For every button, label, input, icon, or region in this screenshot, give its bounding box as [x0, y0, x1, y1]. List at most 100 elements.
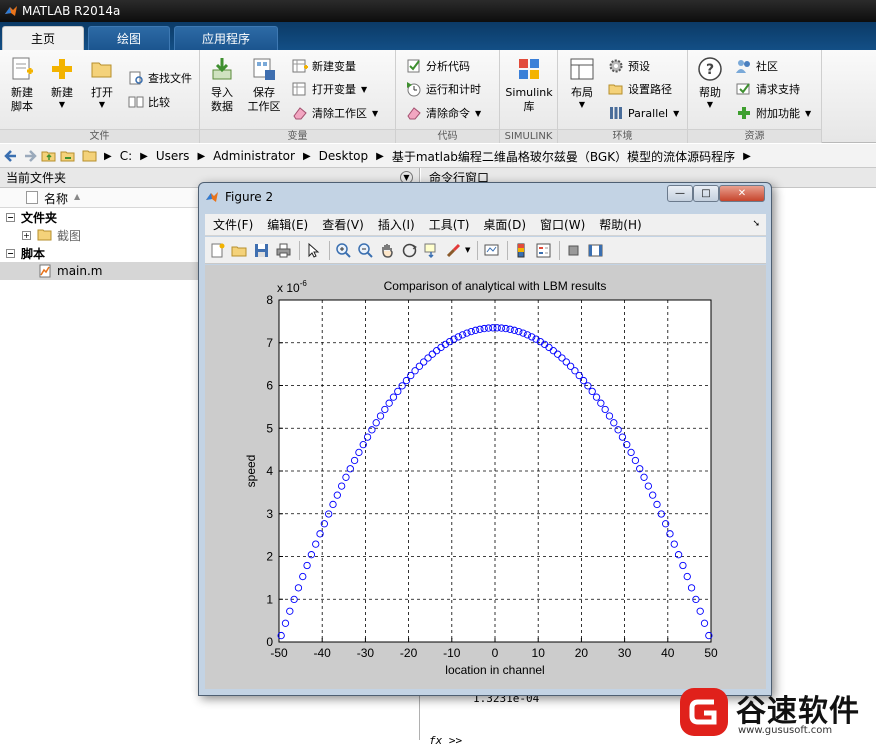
collapse-icon[interactable]: − — [6, 212, 15, 222]
menu-file[interactable]: 文件(F) — [213, 216, 253, 233]
analyze-code-button[interactable]: 分析代码 — [406, 56, 470, 76]
chevron-down-icon: ▼ — [58, 100, 66, 109]
find-files-label: 查找文件 — [148, 72, 192, 85]
app-title: MATLAB R2014a — [22, 4, 121, 18]
run-and-time-label: 运行和计时 — [426, 83, 481, 96]
maximize-button[interactable]: □ — [693, 185, 719, 202]
legend-icon[interactable] — [535, 242, 552, 259]
set-path-icon — [608, 84, 623, 95]
figure-canvas[interactable]: -50 -40 -30 -20 -10 0 10 20 30 40 50 012345678 Com… — [205, 265, 766, 689]
tab-plots[interactable]: 绘图 — [88, 26, 170, 50]
save-workspace-button[interactable]: 保存 工作区 — [244, 56, 284, 114]
community-icon — [736, 60, 750, 73]
add-ons-button[interactable]: 附加功能 ▼ — [736, 103, 811, 123]
folder-open-icon — [91, 62, 112, 78]
browse-folder-icon[interactable] — [60, 148, 76, 164]
x-axis-label: location in channel — [445, 663, 544, 677]
new-variable-button[interactable]: 新建变量 — [292, 56, 356, 76]
y-tick-label: 5 — [266, 421, 273, 435]
new-button[interactable]: 新建 ▼ — [42, 56, 82, 110]
find-files-button[interactable]: 查找文件 — [128, 68, 192, 88]
compare-button[interactable]: 比较 — [128, 92, 170, 112]
minimize-button[interactable]: — — [667, 185, 693, 202]
add-ons-icon — [738, 107, 750, 119]
layout-button[interactable]: 布局 ▼ — [562, 56, 602, 110]
parallel-button[interactable]: Parallel ▼ — [608, 103, 679, 123]
brush-icon[interactable] — [445, 242, 462, 259]
collapse-icon[interactable]: − — [6, 248, 15, 258]
breadcrumb-item[interactable]: Administrator — [213, 149, 295, 163]
help-label: 帮助 — [699, 86, 721, 99]
hide-plot-tools-icon[interactable] — [565, 242, 582, 259]
figure-title: Figure 2 — [225, 190, 274, 204]
dock-figure-icon[interactable]: ➘ — [752, 219, 760, 229]
x-tick-label: -20 — [400, 646, 418, 660]
menu-help[interactable]: 帮助(H) — [599, 216, 641, 233]
run-and-time-button[interactable]: 运行和计时 — [406, 79, 481, 99]
print-icon[interactable] — [275, 242, 292, 259]
menu-view[interactable]: 查看(V) — [322, 216, 364, 233]
tab-home[interactable]: 主页 — [2, 26, 84, 50]
link-plot-icon[interactable] — [483, 242, 500, 259]
save-icon[interactable] — [253, 242, 270, 259]
open-variable-button[interactable]: 打开变量 ▼ — [292, 79, 367, 99]
figure-window[interactable]: Figure 2 — □ ✕ 文件(F) 编辑(E) 查看(V) 插入(I) 工… — [198, 182, 772, 696]
pan-hand-icon[interactable] — [379, 242, 396, 259]
zoom-in-icon[interactable] — [335, 242, 352, 259]
zoom-out-icon[interactable] — [357, 242, 374, 259]
chevron-down-icon: ▼ — [673, 108, 680, 118]
import-data-button[interactable]: 导入 数据 — [202, 56, 242, 114]
group-label-environment: 环境 — [558, 129, 687, 143]
rotate-3d-icon[interactable] — [401, 242, 418, 259]
menu-tools[interactable]: 工具(T) — [429, 216, 470, 233]
breadcrumb-item[interactable]: Desktop — [319, 149, 369, 163]
new-figure-icon[interactable] — [209, 242, 226, 259]
help-button[interactable]: ? 帮助 ▼ — [690, 56, 730, 110]
y-tick-label: 2 — [266, 550, 273, 564]
breadcrumb-item[interactable]: C: — [120, 149, 132, 163]
group-label-simulink: SIMULINK — [500, 129, 557, 143]
column-name[interactable]: 名称 — [44, 190, 68, 207]
simulink-icon — [519, 59, 539, 79]
back-arrow-icon[interactable] — [3, 148, 19, 164]
simulink-library-button[interactable]: Simulink 库 — [502, 56, 556, 114]
new-label: 新建 — [51, 86, 73, 99]
x-tick-label: 20 — [575, 646, 589, 660]
group-label-resources: 资源 — [688, 129, 821, 143]
expand-icon[interactable]: + — [22, 230, 31, 240]
open-button[interactable]: 打开 ▼ — [82, 56, 122, 110]
show-plot-tools-icon[interactable] — [587, 242, 604, 259]
menu-insert[interactable]: 插入(I) — [378, 216, 415, 233]
command-prompt[interactable]: fx >> — [429, 734, 462, 747]
clear-commands-button[interactable]: 清除命令 ▼ — [406, 103, 481, 123]
tab-apps[interactable]: 应用程序 — [174, 26, 278, 50]
chevron-down-icon[interactable]: ▼ — [465, 246, 470, 254]
toolbar-separator — [559, 241, 560, 260]
set-path-button[interactable]: 设置路径 — [608, 79, 672, 99]
chevron-down-icon: ▼ — [475, 108, 482, 118]
colorbar-icon[interactable] — [513, 242, 530, 259]
toolbar-separator — [477, 241, 478, 260]
preferences-button[interactable]: 预设 — [608, 56, 650, 76]
request-support-button[interactable]: 请求支持 — [736, 79, 800, 99]
open-variable-icon — [292, 82, 306, 96]
y-exponent-power: -6 — [300, 279, 308, 288]
forward-arrow-icon[interactable] — [22, 148, 38, 164]
parallel-label: Parallel — [628, 106, 669, 120]
breadcrumb-item[interactable]: 基于matlab编程二维晶格玻尔兹曼（BGK）模型的流体源码程序 — [392, 148, 735, 165]
close-button[interactable]: ✕ — [719, 185, 765, 202]
menu-window[interactable]: 窗口(W) — [540, 216, 585, 233]
menu-edit[interactable]: 编辑(E) — [267, 216, 308, 233]
community-button[interactable]: 社区 — [736, 56, 778, 76]
clear-workspace-button[interactable]: 清除工作区 ▼ — [292, 103, 378, 123]
menu-desktop[interactable]: 桌面(D) — [483, 216, 526, 233]
open-file-icon[interactable] — [231, 242, 248, 259]
up-folder-icon[interactable] — [41, 148, 57, 164]
toolbar-separator — [329, 241, 330, 260]
breadcrumb-item[interactable]: Users — [156, 149, 190, 163]
data-cursor-icon[interactable] — [423, 242, 440, 259]
new-script-button[interactable]: 新建 脚本 — [2, 56, 42, 114]
speed-plot[interactable]: -50 -40 -30 -20 -10 0 10 20 30 40 50 012345678 Com… — [205, 265, 766, 689]
pointer-icon[interactable] — [305, 242, 322, 259]
sort-ascending-icon: ▲ — [74, 192, 81, 201]
